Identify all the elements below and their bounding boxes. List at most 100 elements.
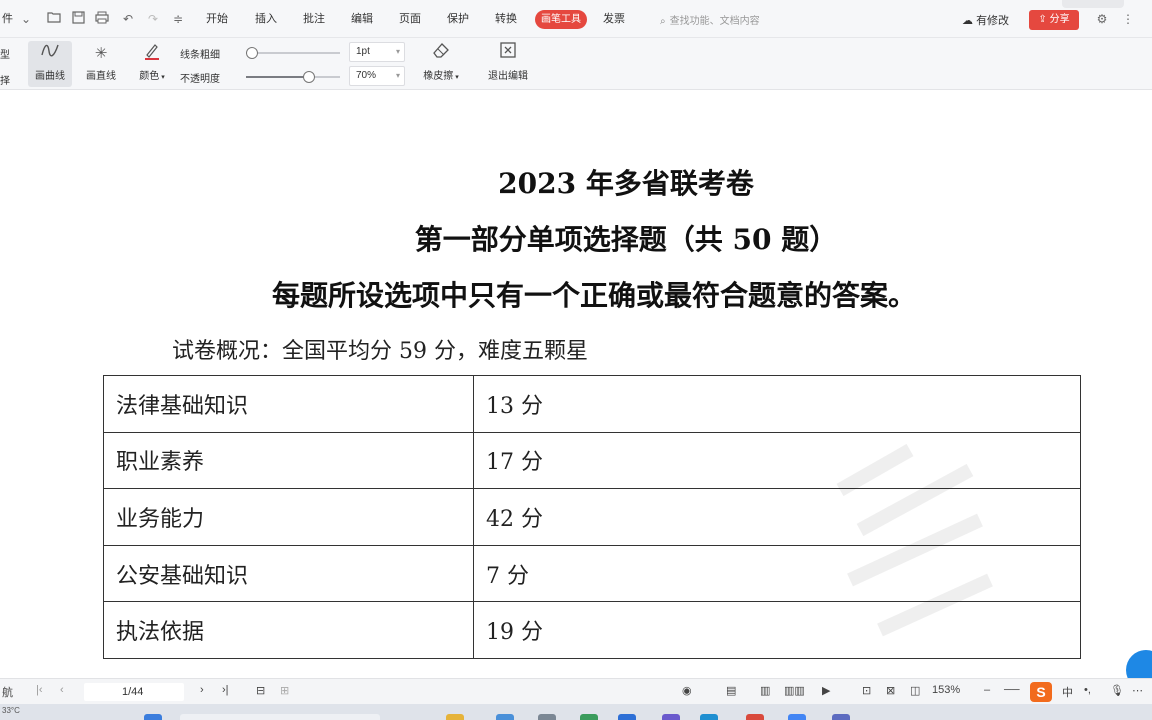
changes-label: 有修改 <box>976 15 1010 27</box>
taskbar-app[interactable] <box>496 714 514 720</box>
more-ime-icon[interactable]: ⋯ <box>1132 684 1143 697</box>
zoom-slider[interactable]: ── <box>1004 684 1020 696</box>
taskbar-search[interactable] <box>180 714 380 720</box>
search-box[interactable]: ⌕ 查找功能、文档内容 <box>660 12 760 27</box>
start-button[interactable] <box>144 714 162 720</box>
nav-pane-toggle[interactable]: 航 <box>2 684 13 700</box>
tab-pen-tools[interactable]: 画笔工具 <box>535 10 587 29</box>
tab-protect[interactable]: 保护 <box>447 12 469 26</box>
toolbar-edge-label[interactable]: 型 <box>0 46 10 61</box>
play-icon[interactable]: ▶ <box>822 684 830 697</box>
draw-line-label: 画直线 <box>86 71 116 82</box>
eye-protect-icon[interactable]: ◉ <box>682 684 692 697</box>
microphone-icon[interactable]: 🎙 <box>1110 684 1124 697</box>
pen-color-label: 颜色 ▾ <box>139 71 165 82</box>
taskbar-app[interactable] <box>832 714 850 720</box>
taskbar-app[interactable] <box>538 714 556 720</box>
pen-color-button[interactable]: 颜色 ▾ <box>132 41 172 87</box>
taskbar-app[interactable] <box>662 714 680 720</box>
forward-icon[interactable]: ⊞ <box>280 684 289 697</box>
draw-line-button[interactable]: ✳ 画直线 <box>80 41 122 87</box>
line-width-slider[interactable] <box>246 47 340 59</box>
last-page-icon[interactable]: ›| <box>222 684 229 696</box>
opacity-label: 不透明度 <box>180 74 220 85</box>
opacity-select[interactable]: 70% ▾ <box>349 66 405 86</box>
subject-cell: 法律基础知识 <box>103 375 474 433</box>
input-method-logo[interactable]: S <box>1030 682 1052 702</box>
page-number-input[interactable]: 1/44 <box>84 683 184 701</box>
taskbar-app[interactable] <box>618 714 636 720</box>
fit-page-icon[interactable]: ⊡ <box>862 684 871 697</box>
redo-icon[interactable]: ↷ <box>145 11 161 27</box>
opacity-value: 70% <box>356 70 377 81</box>
subject-cell: 公安基础知识 <box>103 544 474 603</box>
ime-language[interactable]: 中 <box>1062 684 1073 700</box>
line-width-knob[interactable] <box>246 47 258 59</box>
chevron-down-icon: ▾ <box>395 47 400 56</box>
status-bar: 航 |‹ ‹ 1/44 › ›| ⊟ ⊞ ◉ ▤ ▥ ▥▥ ▶ ⊡ ⊠ ◫ 15… <box>0 678 1152 704</box>
eraser-button[interactable]: 橡皮擦 ▾ <box>416 41 466 87</box>
tab-page[interactable]: 页面 <box>399 12 421 26</box>
tab-edit[interactable]: 编辑 <box>351 12 373 26</box>
exam-title: 2023 年多省联考卷 <box>498 167 754 200</box>
opacity-knob[interactable] <box>303 71 315 83</box>
exit-edit-label: 退出编辑 <box>488 71 528 82</box>
table-row: 法律基础知识 13 分 <box>103 375 1081 433</box>
taskbar-app[interactable] <box>700 714 718 720</box>
exit-edit-button[interactable]: 退出编辑 <box>482 41 534 87</box>
tab-comment[interactable]: 批注 <box>303 12 325 26</box>
line-width-label: 线条粗细 <box>180 50 220 61</box>
taskbar-app-browser[interactable] <box>788 714 806 720</box>
pen-color-icon <box>132 41 172 67</box>
punctuation-icon[interactable]: •, <box>1084 684 1091 696</box>
curve-pen-icon <box>28 41 72 67</box>
search-placeholder: 查找功能、文档内容 <box>669 16 760 27</box>
account-chip[interactable] <box>1062 0 1124 8</box>
tab-invoice[interactable]: 发票 <box>603 12 625 26</box>
changes-indicator[interactable]: ☁ 有修改 <box>962 12 1009 28</box>
fit-width-icon[interactable]: ⊠ <box>886 684 895 697</box>
single-page-icon[interactable]: ▥ <box>760 684 770 697</box>
more-icon[interactable]: ⋮ <box>1120 11 1136 27</box>
settings-icon[interactable]: ⚙ <box>1094 11 1110 27</box>
two-page-icon[interactable]: ▥▥ <box>784 684 805 697</box>
first-page-icon[interactable]: |‹ <box>36 684 43 696</box>
tab-insert[interactable]: 插入 <box>255 12 277 26</box>
opacity-slider[interactable] <box>246 71 340 83</box>
page-view-icon[interactable]: ▤ <box>726 684 736 697</box>
prev-page-icon[interactable]: ‹ <box>60 684 64 696</box>
search-icon: ⌕ <box>660 16 666 27</box>
cloud-icon: ☁ <box>962 15 973 27</box>
chevron-down-icon: ▾ <box>395 71 400 80</box>
straight-line-icon: ✳ <box>94 45 108 62</box>
eraser-icon <box>416 41 466 67</box>
zoom-level[interactable]: 153% <box>932 684 960 696</box>
zoom-out-icon[interactable]: – <box>984 684 990 696</box>
opacity-fill <box>246 76 309 78</box>
taskbar-app[interactable] <box>580 714 598 720</box>
weather-widget[interactable]: 33°C <box>2 706 20 715</box>
chevron-down-icon[interactable]: ⌄ <box>18 11 34 27</box>
print-icon[interactable] <box>94 11 110 27</box>
open-folder-icon[interactable] <box>46 11 62 27</box>
toolbar-edge-label[interactable]: 择 <box>0 72 10 87</box>
draw-curve-label: 画曲线 <box>35 71 65 82</box>
crop-icon[interactable]: ◫ <box>910 684 920 697</box>
file-menu[interactable]: 件 <box>2 12 13 26</box>
save-icon[interactable] <box>70 11 86 27</box>
undo-icon[interactable]: ↶ <box>120 11 136 27</box>
draw-curve-button[interactable]: 画曲线 <box>28 41 72 87</box>
back-icon[interactable]: ⊟ <box>256 684 265 697</box>
next-page-icon[interactable]: › <box>200 684 204 696</box>
taskbar-app-explorer[interactable] <box>446 714 464 720</box>
line-width-select[interactable]: 1pt ▾ <box>349 42 405 62</box>
taskbar-app-wps[interactable] <box>746 714 764 720</box>
document-canvas[interactable]: 2023 年多省联考卷 第一部分单项选择题（共 50 题） 每题所设选项中只有一… <box>0 90 1152 678</box>
eraser-label: 橡皮擦 ▾ <box>423 71 459 82</box>
share-button[interactable]: ⇪ 分享 <box>1029 10 1079 30</box>
customize-icon[interactable]: ≑ <box>170 11 186 27</box>
page-indicator: 1/44 <box>122 686 144 698</box>
tab-home[interactable]: 开始 <box>206 12 228 26</box>
exam-overview: 试卷概况：全国平均分 59 分，难度五颗星 <box>172 339 588 364</box>
tab-convert[interactable]: 转换 <box>495 12 517 26</box>
